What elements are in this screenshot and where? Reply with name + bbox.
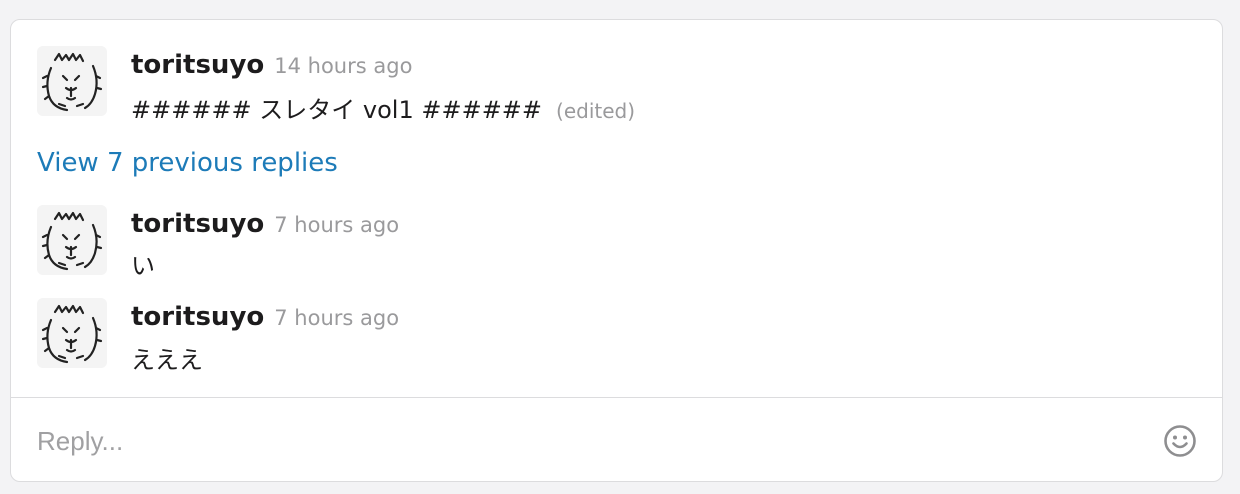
author-name[interactable]: toritsuyo bbox=[131, 302, 264, 332]
message-text: えええ bbox=[131, 346, 203, 374]
timestamp[interactable]: 14 hours ago bbox=[274, 54, 412, 78]
message-body: えええ bbox=[131, 340, 203, 375]
author-name[interactable]: toritsuyo bbox=[131, 50, 264, 80]
message-meta: toritsuyo 7 hours ago bbox=[131, 209, 399, 239]
message-text: い bbox=[131, 252, 155, 280]
timestamp[interactable]: 7 hours ago bbox=[274, 213, 399, 237]
message-body: ###### スレタイ vol1 ###### (edited) bbox=[131, 90, 635, 125]
timestamp[interactable]: 7 hours ago bbox=[274, 306, 399, 330]
author-name[interactable]: toritsuyo bbox=[131, 209, 264, 239]
composer-divider bbox=[11, 397, 1222, 398]
avatar[interactable] bbox=[37, 298, 107, 368]
alpaca-avatar-icon bbox=[41, 211, 103, 271]
message-text: ###### スレタイ vol1 ###### bbox=[131, 96, 543, 124]
avatar[interactable] bbox=[37, 205, 107, 275]
alpaca-avatar-icon bbox=[41, 52, 103, 112]
edited-label: (edited) bbox=[556, 99, 636, 123]
alpaca-avatar-icon bbox=[41, 304, 103, 364]
message-meta: toritsuyo 14 hours ago bbox=[131, 50, 412, 80]
view-previous-replies-link[interactable]: View 7 previous replies bbox=[37, 148, 338, 178]
avatar[interactable] bbox=[37, 46, 107, 116]
reply-input[interactable] bbox=[37, 412, 1137, 470]
message-body: い bbox=[131, 246, 155, 281]
smiley-icon bbox=[1164, 425, 1196, 457]
message-meta: toritsuyo 7 hours ago bbox=[131, 302, 399, 332]
emoji-button[interactable] bbox=[1163, 424, 1197, 458]
thread-card: toritsuyo 14 hours ago ###### スレタイ vol1 #… bbox=[10, 19, 1223, 482]
